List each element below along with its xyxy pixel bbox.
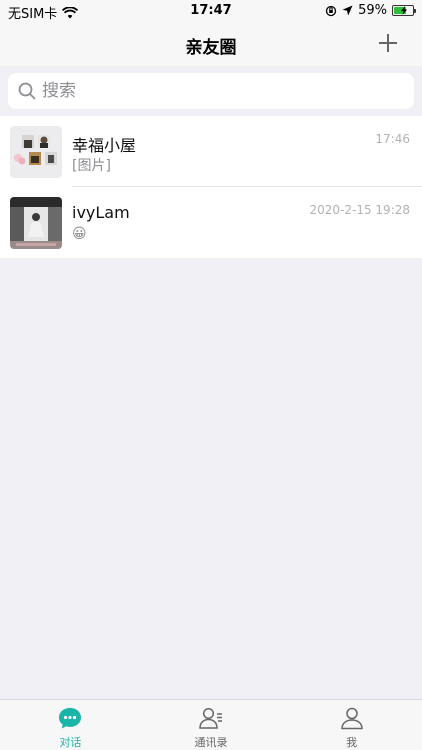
tab-contacts[interactable]: 通讯录 [141, 700, 282, 750]
plus-icon[interactable] [376, 31, 400, 55]
chat-name: 幸福小屋 [72, 136, 137, 155]
location-arrow-icon [342, 5, 353, 16]
group-avatar [10, 126, 62, 178]
chat-row-contact[interactable]: ivyLam 😀 2020-2-15 19:28 [0, 187, 422, 258]
screen: 无SIM卡 17:47 59% 亲友圈 搜索 幸福小屋 [图片] 17:46 i… [0, 0, 422, 750]
search-input[interactable] [42, 81, 382, 101]
tab-me[interactable]: 我 [281, 700, 422, 750]
orientation-lock-icon [325, 5, 337, 16]
chat-time: 2020-2-15 19:28 [309, 203, 411, 217]
search-icon [18, 82, 36, 100]
tab-label: 我 [346, 736, 358, 749]
battery-icon [392, 5, 416, 16]
chat-row-group[interactable]: 幸福小屋 [图片] 17:46 [0, 116, 422, 187]
tab-label: 通讯录 [194, 736, 228, 749]
chat-name: ivyLam [72, 203, 130, 222]
chat-list: 幸福小屋 [图片] 17:46 ivyLam 😀 2020-2-15 19:28 [0, 116, 422, 258]
tab-chats[interactable]: 对话 [0, 700, 141, 750]
charging-bolt-icon [401, 6, 407, 15]
tab-label: 对话 [59, 736, 82, 749]
nav-bar: 亲友圈 [0, 22, 422, 66]
contacts-icon [199, 707, 222, 729]
search-box[interactable] [8, 73, 414, 109]
chat-time: 17:46 [375, 132, 410, 146]
status-bar: 无SIM卡 17:47 59% [0, 0, 422, 22]
contact-avatar [10, 197, 62, 249]
page-title: 亲友圈 [185, 38, 237, 58]
status-right: 59% [325, 3, 416, 18]
chat-preview: [图片] [72, 158, 111, 174]
profile-icon [340, 707, 363, 730]
search-bar [0, 66, 422, 116]
tab-bar: 对话 通讯录 我 [0, 699, 422, 750]
chat-preview-emoji: 😀 [72, 226, 87, 242]
battery-percent: 59% [358, 3, 387, 18]
chat-bubble-icon [59, 708, 82, 729]
